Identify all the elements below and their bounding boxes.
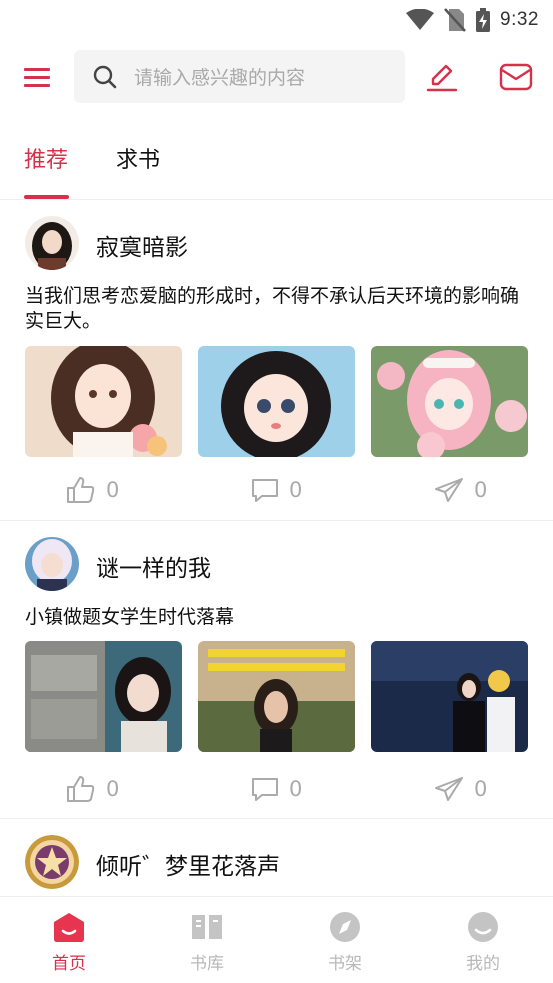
like-count: 0 — [106, 777, 120, 801]
like-button[interactable]: 0 — [66, 769, 119, 809]
post-image[interactable] — [25, 346, 182, 457]
post-card[interactable]: 倾听゛梦里花落声 — [0, 819, 553, 896]
post-image[interactable] — [25, 641, 182, 752]
post-image[interactable] — [198, 346, 355, 457]
author-name[interactable]: 谜一样的我 — [96, 549, 211, 583]
share-count: 0 — [474, 777, 488, 801]
comment-icon — [252, 778, 278, 801]
edit-button[interactable] — [425, 60, 459, 94]
share-button[interactable]: 0 — [434, 769, 487, 809]
menu-button[interactable] — [22, 62, 52, 92]
post-image[interactable] — [198, 641, 355, 752]
wifi-icon — [406, 9, 435, 30]
nav-label: 我的 — [466, 954, 500, 974]
battery-charging-icon — [476, 8, 491, 32]
mail-button[interactable] — [499, 62, 533, 92]
mail-icon — [499, 63, 533, 91]
edit-icon — [426, 64, 458, 92]
comment-icon — [252, 479, 278, 502]
share-count: 0 — [474, 478, 488, 502]
author-name[interactable]: 寂寞暗影 — [96, 228, 188, 262]
thumbs-up-icon — [67, 776, 95, 802]
comment-count: 0 — [289, 478, 303, 502]
avatar[interactable] — [25, 537, 79, 591]
tab-request-book[interactable]: 求书 — [116, 142, 160, 174]
share-send-icon — [435, 777, 463, 801]
tab-recommend[interactable]: 推荐 — [24, 142, 68, 174]
status-bar: 9:32 — [0, 0, 553, 40]
comment-button[interactable]: 0 — [251, 470, 302, 510]
nav-item-library[interactable]: 书库 — [167, 911, 247, 974]
status-time: 9:32 — [500, 9, 539, 30]
bottom-nav: 首页 书库 书架 我的 — [0, 896, 553, 983]
compass-icon — [330, 912, 360, 942]
comment-button[interactable]: 0 — [251, 769, 302, 809]
search-placeholder: 请输入感兴趣的内容 — [134, 67, 306, 89]
profile-icon — [468, 912, 498, 942]
post-text[interactable]: 小镇做题女学生时代落幕 — [25, 605, 535, 630]
status-icons: 9:32 — [406, 7, 539, 33]
home-icon — [54, 913, 84, 942]
header: 请输入感兴趣的内容 — [0, 48, 553, 106]
nav-item-profile[interactable]: 我的 — [443, 911, 523, 974]
no-sim-icon — [444, 8, 466, 32]
nav-item-home[interactable]: 首页 — [29, 911, 109, 974]
avatar[interactable] — [25, 216, 79, 270]
active-tab-indicator — [24, 195, 69, 199]
post-card[interactable]: 谜一样的我 小镇做题女学生时代落幕 0 0 0 — [0, 521, 553, 819]
post-actions: 0 0 0 — [0, 769, 553, 809]
post-image[interactable] — [371, 346, 528, 457]
post-feed: 寂寞暗影 当我们思考恋爱脑的形成时，不得不承认后天环境的影响确实巨大。 0 0 … — [0, 200, 553, 896]
comment-count: 0 — [289, 777, 303, 801]
author-name[interactable]: 倾听゛梦里花落声 — [96, 847, 280, 881]
thumbs-up-icon — [67, 477, 95, 503]
like-button[interactable]: 0 — [66, 470, 119, 510]
post-actions: 0 0 0 — [0, 470, 553, 510]
post-image[interactable] — [371, 641, 528, 752]
nav-label: 书库 — [190, 954, 224, 974]
share-button[interactable]: 0 — [434, 470, 487, 510]
feed-tabs: 推荐 求书 — [0, 120, 553, 200]
search-input[interactable]: 请输入感兴趣的内容 — [74, 50, 405, 103]
post-text[interactable]: 当我们思考恋爱脑的形成时，不得不承认后天环境的影响确实巨大。 — [25, 284, 535, 334]
post-card[interactable]: 寂寞暗影 当我们思考恋爱脑的形成时，不得不承认后天环境的影响确实巨大。 0 0 … — [0, 200, 553, 521]
like-count: 0 — [106, 478, 120, 502]
share-send-icon — [435, 478, 463, 502]
post-images — [25, 641, 530, 752]
avatar[interactable] — [25, 835, 79, 889]
menu-icon — [24, 68, 50, 87]
nav-item-bookshelf[interactable]: 书架 — [305, 911, 385, 974]
nav-label: 首页 — [52, 954, 86, 974]
nav-label: 书架 — [328, 954, 362, 974]
library-book-icon — [192, 915, 222, 939]
search-icon — [93, 65, 117, 88]
post-images — [25, 346, 530, 457]
